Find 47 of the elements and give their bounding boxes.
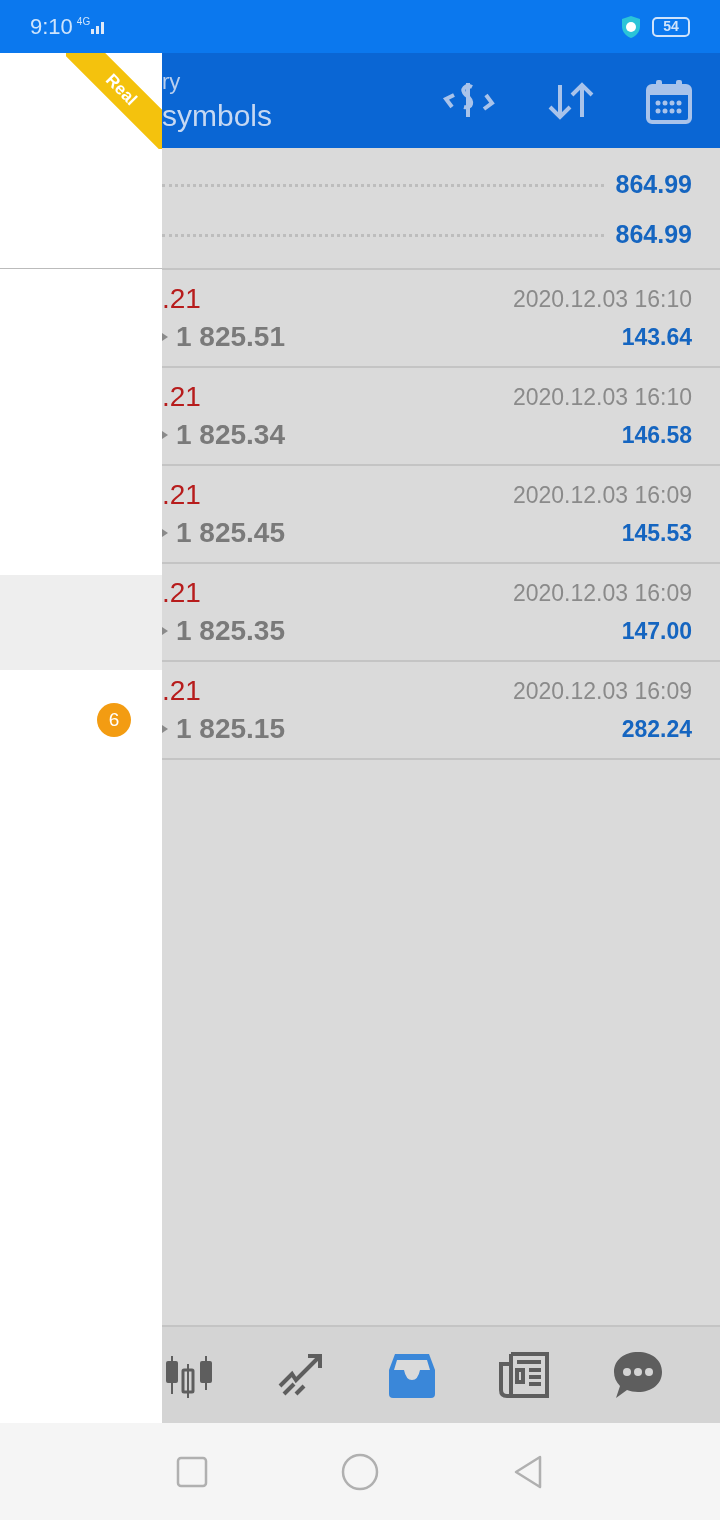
arrow-icon [162, 431, 168, 440]
deal-time: 2020.12.03 16:10 [512, 284, 692, 314]
shield-icon [620, 14, 642, 39]
toolbar-subtitle: symbols [162, 100, 273, 131]
deal-row[interactable]: .21 2020.12.03 16:10 1 825.34 146.58 [162, 368, 720, 466]
chat-bubble-icon[interactable] [612, 1350, 664, 1400]
arrow-icon [162, 627, 168, 636]
home-icon[interactable] [341, 1452, 379, 1491]
deal-time: 2020.12.03 16:09 [512, 578, 692, 608]
deal-row[interactable]: .21 2020.12.03 16:10 1 825.51 143.64 [162, 270, 720, 368]
price-text: .21 [162, 480, 201, 509]
deal-row[interactable]: .21 2020.12.03 16:09 1 825.15 282.24 [162, 662, 720, 760]
price-text: 1 825.35 [176, 617, 285, 646]
signal-icon [90, 19, 107, 34]
profit-value: 147.00 [621, 617, 692, 646]
calendar-icon[interactable] [646, 77, 692, 124]
price-text: 1 825.51 [176, 323, 285, 352]
price-text: .21 [162, 382, 201, 411]
deal-row[interactable]: .21 2020.12.03 16:09 1 825.45 145.53 [162, 466, 720, 564]
price-text: 1 825.15 [176, 715, 285, 744]
arrow-icon [162, 725, 168, 734]
recents-icon[interactable] [176, 1455, 209, 1488]
network-type: 4G [76, 15, 91, 29]
summary-value: 864.99 [615, 219, 692, 251]
status-time: 9:10 [30, 13, 73, 41]
toolbar-title: ry [162, 70, 182, 93]
count-badge: 6 [97, 703, 131, 737]
summary-value: 864.99 [615, 169, 692, 201]
arrow-icon [162, 529, 168, 538]
deal-time: 2020.12.03 16:09 [512, 480, 692, 510]
price-text: .21 [162, 284, 201, 313]
deal-row[interactable]: .21 2020.12.03 16:09 1 825.35 147.00 [162, 564, 720, 662]
deal-time: 2020.12.03 16:09 [512, 676, 692, 706]
deal-time: 2020.12.03 16:10 [512, 382, 692, 412]
price-text: .21 [162, 578, 201, 607]
profit-value: 282.24 [621, 715, 692, 744]
price-text: 1 825.45 [176, 519, 285, 548]
profit-value: 146.58 [621, 421, 692, 450]
arrow-icon [162, 333, 168, 342]
profit-value: 145.53 [621, 519, 692, 548]
newspaper-icon[interactable] [498, 1350, 551, 1400]
inbox-icon[interactable] [387, 1352, 437, 1398]
profit-value: 143.64 [621, 323, 692, 352]
price-text: .21 [162, 676, 201, 705]
price-text: 1 825.34 [176, 421, 285, 450]
sort-icon[interactable] [546, 80, 596, 121]
battery-indicator: 54 [652, 16, 690, 37]
